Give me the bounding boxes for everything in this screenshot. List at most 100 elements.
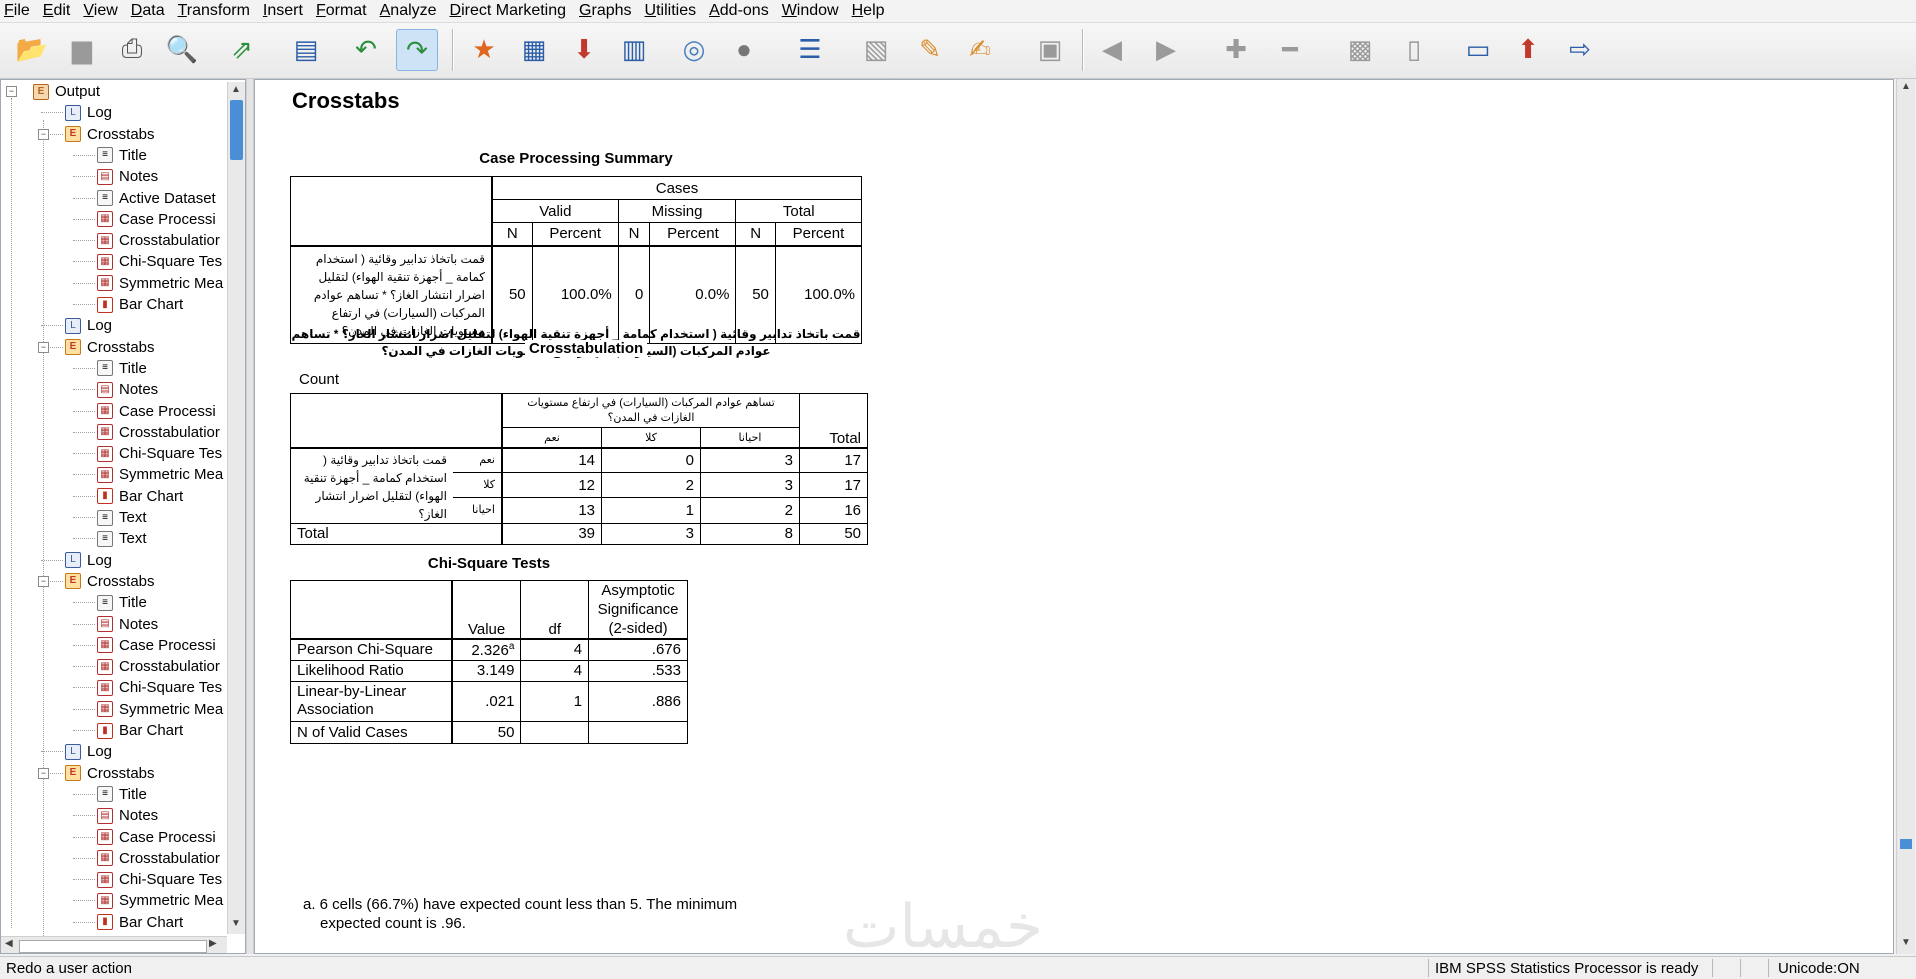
outline-item-notes[interactable]: ▤ Notes xyxy=(97,614,158,635)
select-icon[interactable]: ◎ xyxy=(674,29,714,69)
outline-item-crosstabs[interactable]: E Crosstabs xyxy=(65,124,155,145)
outline-item-active-dataset[interactable]: ≡ Active Dataset xyxy=(97,188,216,209)
output-heading[interactable]: Crosstabs xyxy=(292,88,400,114)
menu-transform[interactable]: Transform xyxy=(174,0,259,22)
outline-item-bar-chart[interactable]: ▮ Bar Chart xyxy=(97,294,183,315)
outline-item-output[interactable]: E Output xyxy=(33,81,100,102)
crosstab-title[interactable]: Crosstabulation xyxy=(525,340,648,357)
collapse-toggle-icon[interactable]: − xyxy=(38,575,49,587)
outline-hscroll-thumb[interactable] xyxy=(19,940,207,953)
crosstab-table[interactable]: تساهم عوادم المركبات (السيارات) في ارتفا… xyxy=(290,393,868,545)
expand-icon[interactable]: ✚ xyxy=(1216,29,1256,69)
outline-item-notes[interactable]: ▤ Notes xyxy=(97,805,158,826)
outline-scroll-thumb[interactable] xyxy=(230,100,243,160)
outline-item-chi-square-tes[interactable]: ▦ Chi-Square Tes xyxy=(97,869,222,890)
outline-item-log[interactable]: L Log xyxy=(65,741,112,762)
menu-edit[interactable]: Edit xyxy=(39,0,80,22)
outline-item-symmetric-mea[interactable]: ▦ Symmetric Mea xyxy=(97,890,223,911)
show-icon[interactable]: ▩ xyxy=(1340,29,1380,69)
export-output-icon[interactable]: ⇨ xyxy=(1560,29,1600,69)
outline-item-symmetric-mea[interactable]: ▦ Symmetric Mea xyxy=(97,273,223,294)
scroll-up-arrow-icon[interactable]: ▲ xyxy=(1901,81,1911,92)
menu-file[interactable]: File xyxy=(0,0,39,22)
outline-item-log[interactable]: L Log xyxy=(65,550,112,571)
hide-icon[interactable]: ▧ xyxy=(856,29,896,69)
undo-icon[interactable]: ↶ xyxy=(346,29,386,69)
outline-item-case-processi[interactable]: ▦ Case Processi xyxy=(97,635,216,656)
outline-item-bar-chart[interactable]: ▮ Bar Chart xyxy=(97,486,183,507)
goto-case-icon[interactable]: ▦ xyxy=(514,29,554,69)
outline-vertical-scrollbar[interactable]: ▲ ▼ xyxy=(227,82,245,934)
menu-help[interactable]: Help xyxy=(848,0,894,22)
save-icon[interactable]: ▆ xyxy=(62,29,102,69)
insert-output-icon[interactable]: ⬇ xyxy=(564,29,604,69)
outline-item-text[interactable]: ≡ Text xyxy=(97,507,147,528)
outline-item-chi-square-tes[interactable]: ▦ Chi-Square Tes xyxy=(97,251,222,272)
scroll-down-arrow-icon[interactable]: ▼ xyxy=(1901,937,1911,948)
redo-icon[interactable]: ↷ xyxy=(396,29,438,71)
chi-square-title[interactable]: Chi-Square Tests xyxy=(290,555,688,572)
outline-item-bar-chart[interactable]: ▮ Bar Chart xyxy=(97,720,183,741)
promote-icon[interactable]: ◀ xyxy=(1092,29,1132,69)
designate-window-icon[interactable]: ☰ xyxy=(790,29,830,69)
select-last-icon[interactable]: ● xyxy=(724,29,764,69)
outline-item-crosstabs[interactable]: E Crosstabs xyxy=(65,763,155,784)
outline-item-case-processi[interactable]: ▦ Case Processi xyxy=(97,209,216,230)
outline-item-title[interactable]: ≡ Title xyxy=(97,145,147,166)
outline-item-notes[interactable]: ▤ Notes xyxy=(97,166,158,187)
menu-utilities[interactable]: Utilities xyxy=(641,0,706,22)
print-icon[interactable]: ⎙ xyxy=(112,29,152,69)
menu-analyze[interactable]: Analyze xyxy=(376,0,446,22)
outline-item-text[interactable]: ≡ Text xyxy=(97,528,147,549)
outline-pane[interactable]: ▲ ▼ ◀ ▶ E Output − L Log E Crosstabs − ≡ Title ▤ No… xyxy=(0,79,246,954)
outline-item-crosstabulatior[interactable]: ▦ Crosstabulatior xyxy=(97,656,220,677)
outline-item-chi-square-tes[interactable]: ▦ Chi-Square Tes xyxy=(97,443,222,464)
output-content-pane[interactable]: Crosstabs Case Processing Summary Cases … xyxy=(254,79,1894,954)
outline-item-log[interactable]: L Log xyxy=(65,102,112,123)
outline-item-crosstabulatior[interactable]: ▦ Crosstabulatior xyxy=(97,422,220,443)
print-preview-icon[interactable]: 🔍 xyxy=(162,29,202,69)
menu-add-ons[interactable]: Add-ons xyxy=(705,0,778,22)
goto-data-icon[interactable]: ★ xyxy=(464,29,504,69)
outline-item-title[interactable]: ≡ Title xyxy=(97,358,147,379)
collapse-toggle-icon[interactable]: − xyxy=(38,341,49,353)
collapse-toggle-icon[interactable]: − xyxy=(6,86,17,97)
scroll-up-arrow-icon[interactable]: ▲ xyxy=(231,84,241,95)
case-summary-title[interactable]: Case Processing Summary xyxy=(290,150,862,167)
new-heading-icon[interactable]: ✎ xyxy=(910,29,950,69)
outline-item-case-processi[interactable]: ▦ Case Processi xyxy=(97,401,216,422)
hide-item-icon[interactable]: ▯ xyxy=(1394,29,1434,69)
outline-item-notes[interactable]: ▤ Notes xyxy=(97,379,158,400)
demote-icon[interactable]: ▶ xyxy=(1146,29,1186,69)
collapse-toggle-icon[interactable]: − xyxy=(38,767,49,779)
outline-item-chi-square-tes[interactable]: ▦ Chi-Square Tes xyxy=(97,677,222,698)
outline-item-symmetric-mea[interactable]: ▦ Symmetric Mea xyxy=(97,699,223,720)
outline-item-symmetric-mea[interactable]: ▦ Symmetric Mea xyxy=(97,464,223,485)
menu-data[interactable]: Data xyxy=(127,0,174,22)
open-icon[interactable]: 📂 xyxy=(12,29,52,69)
case-summary-table[interactable]: Cases Valid Missing Total N Percent N Pe… xyxy=(290,176,863,344)
outline-item-crosstabs[interactable]: E Crosstabs xyxy=(65,571,155,592)
chi-square-table[interactable]: Value df Asymptotic Significance (2-side… xyxy=(289,580,688,744)
insert-page-break-icon[interactable]: ▣ xyxy=(1030,29,1070,69)
collapse-toggle-icon[interactable]: − xyxy=(38,128,49,140)
menu-graphs[interactable]: Graphs xyxy=(575,0,640,22)
outline-item-crosstabulatior[interactable]: ▦ Crosstabulatior xyxy=(97,848,220,869)
recall-dialog-icon[interactable]: ▤ xyxy=(286,29,326,69)
outline-item-crosstabulatior[interactable]: ▦ Crosstabulatior xyxy=(97,230,220,251)
scroll-left-arrow-icon[interactable]: ◀ xyxy=(5,938,13,949)
menu-view[interactable]: View xyxy=(79,0,126,22)
menu-insert[interactable]: Insert xyxy=(259,0,312,22)
menu-format[interactable]: Format xyxy=(312,0,376,22)
collapse-icon[interactable]: ━ xyxy=(1270,29,1310,69)
content-vertical-scrollbar[interactable]: ▲ ▼ xyxy=(1896,79,1915,954)
menu-window[interactable]: Window xyxy=(778,0,848,22)
outline-item-crosstabs[interactable]: E Crosstabs xyxy=(65,337,155,358)
dialog-icon[interactable]: ▭ xyxy=(1458,29,1498,69)
scroll-right-arrow-icon[interactable]: ▶ xyxy=(209,938,217,949)
outline-horizontal-scrollbar[interactable]: ◀ ▶ xyxy=(1,936,227,953)
content-scroll-thumb[interactable] xyxy=(1900,839,1912,849)
outline-item-title[interactable]: ≡ Title xyxy=(97,784,147,805)
outline-item-bar-chart[interactable]: ▮ Bar Chart xyxy=(97,912,183,933)
outline-item-case-processi[interactable]: ▦ Case Processi xyxy=(97,827,216,848)
